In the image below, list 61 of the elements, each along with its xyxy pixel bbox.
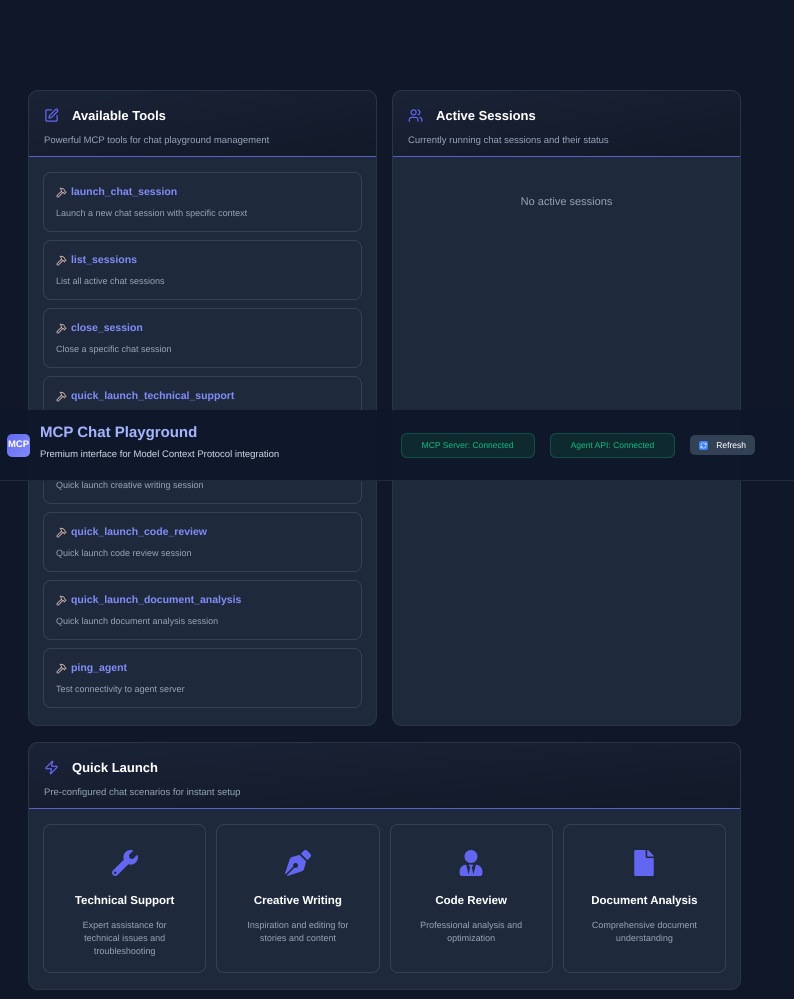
tool-card[interactable]: quick_launch_code_review Quick launch code review session	[43, 512, 362, 572]
refresh-button[interactable]: Refresh	[690, 435, 755, 455]
users-icon	[408, 108, 423, 124]
scenario-card[interactable]: Document Analysis Comprehensive document understanding	[562, 824, 726, 973]
tool-description: Close a specific chat session	[56, 343, 173, 356]
tools-icon	[56, 323, 67, 334]
tool-card[interactable]: close_session Close a specific chat session	[43, 308, 362, 368]
panel-title: Quick Launch	[72, 759, 158, 777]
tools-icon	[56, 391, 67, 402]
scenario-title: Code Review	[435, 894, 507, 909]
tool-name: quick_launch_technical_support	[71, 388, 234, 404]
tool-name: list_sessions	[71, 252, 137, 268]
app-subtitle: Premium interface for Model Context Protocol integration	[40, 448, 280, 462]
tool-name: close_session	[71, 320, 143, 336]
edit-icon	[44, 108, 59, 124]
scenario-card[interactable]: Code Review Professional analysis and optimization	[390, 824, 553, 973]
panel-title: Available Tools	[72, 107, 166, 125]
app-title: MCP Chat Playground	[40, 423, 198, 444]
wrench-icon	[112, 850, 138, 876]
scenario-title: Creative Writing	[254, 894, 342, 909]
panel-subtitle: Currently running chat sessions and their status	[408, 134, 610, 148]
scenario-description: Comprehensive document understanding	[590, 919, 698, 946]
tool-description: List all active chat sessions	[56, 275, 166, 288]
tool-description: Launch a new chat session with specific context	[56, 207, 248, 220]
tool-card[interactable]: ping_agent Test connectivity to agent server	[43, 648, 362, 708]
panel-title: Active Sessions	[436, 107, 536, 125]
scenario-description: Inspiration and editing for stories and content	[246, 919, 350, 946]
tool-card[interactable]: list_sessions List all active chat sessions	[43, 240, 362, 300]
tool-card[interactable]: launch_chat_session Launch a new chat session with specific context	[43, 172, 362, 232]
tool-card[interactable]: quick_launch_technical_support	[43, 376, 362, 410]
scenario-card[interactable]: Technical Support Expert assistance for technical issues and troubleshooting	[43, 824, 206, 973]
tools-icon	[56, 187, 67, 198]
tool-description: Test connectivity to agent server	[56, 683, 186, 696]
tools-icon	[56, 527, 67, 538]
scenario-description: Expert assistance for technical issues and troubleshooting	[82, 919, 168, 958]
tool-name: launch_chat_session	[71, 184, 178, 200]
scenario-title: Document Analysis	[591, 894, 698, 909]
refresh-icon	[699, 440, 708, 450]
tool-card[interactable]: Quick launch creative writing session	[43, 481, 362, 504]
tools-icon	[56, 255, 67, 266]
person-icon	[458, 850, 484, 876]
scenario-description: Professional analysis and optimization	[419, 919, 524, 946]
panel-subtitle: Pre-configured chat scenarios for instant setup	[44, 786, 242, 800]
panel-subtitle: Powerful MCP tools for chat playground management	[44, 134, 270, 148]
tool-name: quick_launch_document_analysis	[71, 592, 242, 608]
lightning-icon	[44, 760, 59, 776]
tool-description: Quick launch document analysis session	[56, 615, 220, 628]
tools-icon	[56, 663, 67, 674]
status-badge: Agent API: Connected	[550, 432, 676, 458]
scenario-title: Technical Support	[74, 894, 174, 909]
tool-card[interactable]: quick_launch_document_analysis Quick launch document analysis session	[43, 580, 362, 640]
empty-message: No active sessions	[520, 195, 612, 210]
tool-description: Quick launch creative writing session	[56, 481, 205, 492]
status-badge: MCP Server: Connected	[400, 432, 535, 458]
tools-icon	[56, 595, 67, 606]
scenario-card[interactable]: Creative Writing Inspiration and editing for stories and content	[216, 824, 380, 973]
tool-description: Quick launch code review session	[56, 547, 193, 560]
tool-name: quick_launch_code_review	[71, 524, 207, 540]
logo: MCP	[7, 434, 30, 456]
tool-name: ping_agent	[71, 660, 128, 676]
pen-icon	[284, 850, 311, 876]
